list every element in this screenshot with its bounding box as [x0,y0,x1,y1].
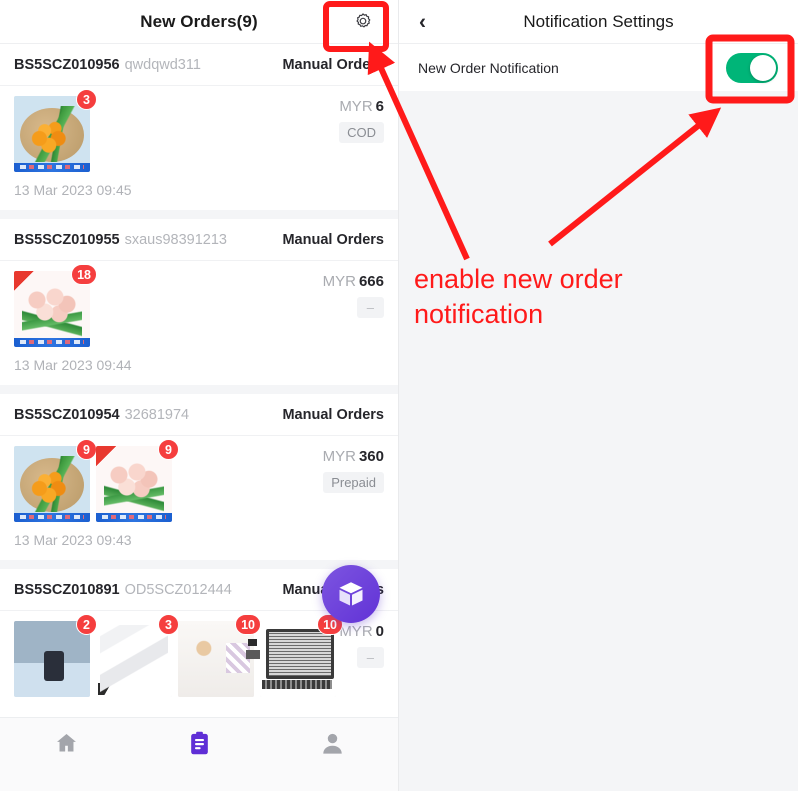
settings-title: Notification Settings [523,11,674,31]
profile-person-icon [323,733,342,754]
orders-clipboard-icon [191,731,208,755]
order-identifiers: BS5SCZ010955 sxaus98391213 [14,232,227,248]
order-amount: 360 [358,448,384,465]
order-price-column: MYR 666 – [315,271,384,347]
screenshot-root: New Orders(9) BS5SCZ010956 qwdqwd311 Manu… [0,0,798,791]
order-header: BS5SCZ010955 sxaus98391213 Manual Orders [0,219,398,261]
order-identifiers: BS5SCZ010956 qwdqwd311 [14,57,201,73]
quantity-badge: 3 [158,614,179,635]
product-thumbnails: 18 [14,264,315,347]
product-thumbnail[interactable]: 3 [96,614,179,697]
settings-gear-button[interactable] [350,9,376,35]
currency-code: MYR [322,448,356,465]
order-price-column: MYR 360 Prepaid [315,446,384,522]
quantity-badge: 18 [71,264,97,285]
product-thumbnail[interactable]: 2 [14,614,97,697]
nav-item-orders[interactable] [133,730,266,757]
quantity-badge: 3 [76,89,97,110]
quantity-badge: 9 [76,439,97,460]
quantity-badge: 9 [158,439,179,460]
nav-item-profile[interactable] [266,730,398,757]
annotation-callout-text: enable new order notification [414,264,623,329]
order-total: MYR 0 [339,623,384,640]
order-price-column: MYR 6 COD [331,96,384,172]
small-product-icon [246,639,260,661]
card-divider [0,210,398,219]
product-thumbnails: 9 9 [14,439,315,522]
order-body: 3 MYR 6 COD [0,86,398,172]
product-thumbnail[interactable]: 9 [14,439,97,522]
quantity-badge: 10 [235,614,261,635]
product-thumbnail[interactable]: 9 [96,439,179,522]
payment-method-badge: – [356,647,384,668]
new-orders-header: New Orders(9) [0,0,398,44]
order-header: BS5SCZ010954 32681974 Manual Orders [0,394,398,436]
product-thumbnails: 3 [14,89,331,172]
notification-settings-panel: ‹ Notification Settings New Order Notifi… [399,0,798,791]
order-body: 2 3 10 10 MYR 0 – [0,611,398,697]
order-total: MYR 666 [323,273,384,290]
settings-header: ‹ Notification Settings [399,0,798,44]
order-amount: 6 [375,98,384,115]
new-orders-panel: New Orders(9) BS5SCZ010956 qwdqwd311 Manu… [0,0,399,791]
payment-method-badge: Prepaid [323,472,384,493]
order-card[interactable]: BS5SCZ010956 qwdqwd311 Manual Orders 3 M… [0,44,398,210]
package-box-icon [339,582,363,606]
order-type-label: Manual Orders [282,406,384,423]
order-card[interactable]: BS5SCZ010954 32681974 Manual Orders 9 9 … [0,394,398,560]
payment-method-badge: – [356,297,384,318]
order-total: MYR 6 [339,98,384,115]
order-identifiers: BS5SCZ010891 OD5SCZ012444 [14,582,232,598]
product-thumbnail[interactable]: 10 [246,614,343,697]
setting-row-new-order-notification[interactable]: New Order Notification [399,44,798,91]
new-order-notification-toggle[interactable] [726,52,778,83]
page-title: New Orders(9) [140,11,258,31]
order-card[interactable]: BS5SCZ010955 sxaus98391213 Manual Orders … [0,219,398,385]
order-number: BS5SCZ010954 [14,406,120,423]
payment-method-badge: COD [339,122,384,143]
card-divider [0,385,398,394]
order-number: BS5SCZ010891 [14,581,120,598]
order-body: 18 MYR 666 – [0,261,398,347]
currency-code: MYR [322,273,356,290]
order-reference: 32681974 [124,406,190,423]
order-number: BS5SCZ010956 [14,56,120,73]
gear-icon [356,12,371,27]
create-order-fab[interactable] [322,565,380,623]
order-date: 13 Mar 2023 09:44 [14,357,132,373]
back-chevron-left-icon[interactable]: ‹ [419,11,426,32]
nav-item-home[interactable] [0,730,133,757]
order-type-label: Manual Orders [282,231,384,248]
order-date: 13 Mar 2023 09:43 [14,532,132,548]
product-thumbnail[interactable]: 18 [14,264,97,347]
home-icon [57,733,76,752]
quantity-badge: 2 [76,614,97,635]
currency-code: MYR [339,98,373,115]
product-thumbnail[interactable]: 10 [178,614,261,697]
order-header: BS5SCZ010956 qwdqwd311 Manual Orders [0,44,398,86]
order-reference: sxaus98391213 [124,231,227,248]
setting-label: New Order Notification [418,59,559,76]
toggle-knob [750,54,776,81]
order-amount: 666 [358,273,384,290]
order-reference: OD5SCZ012444 [124,581,232,598]
currency-code: MYR [339,623,373,640]
order-type-label: Manual Orders [282,56,384,73]
product-thumbnails: 2 3 10 10 [14,614,343,697]
order-body: 9 9 MYR 360 Prepaid [0,436,398,522]
order-identifiers: BS5SCZ010954 32681974 [14,407,189,423]
order-date: 13 Mar 2023 09:45 [14,182,132,198]
order-number: BS5SCZ010955 [14,231,120,248]
order-amount: 0 [375,623,384,640]
order-total: MYR 360 [323,448,384,465]
bottom-navigation [0,717,398,791]
product-thumbnail[interactable]: 3 [14,89,97,172]
order-reference: qwdqwd311 [124,56,201,73]
